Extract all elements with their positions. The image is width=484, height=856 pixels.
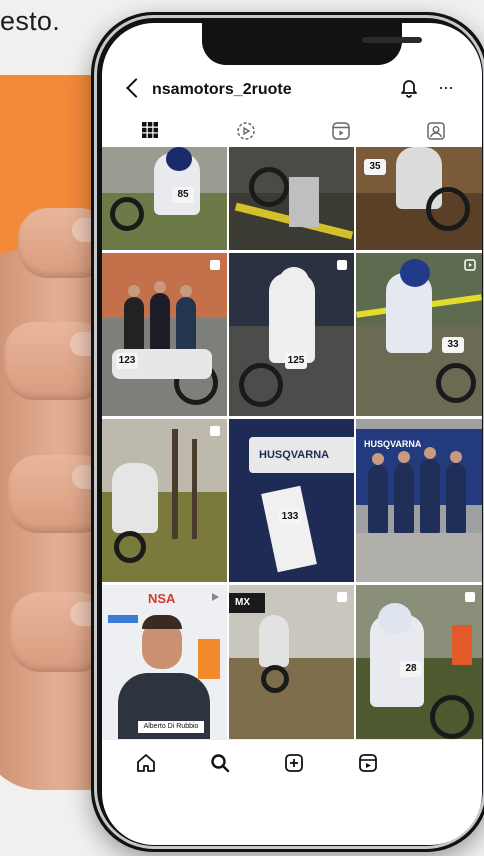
video-icon [332, 122, 350, 140]
post-tile-7[interactable] [102, 419, 227, 582]
post-tile-6[interactable]: 33 [356, 253, 482, 416]
plate-number: 123 [116, 353, 138, 369]
notch [202, 23, 422, 65]
plate-number: 35 [364, 159, 386, 175]
multiple-images-icon [210, 426, 220, 436]
phone-device: nsamotors_2ruote ··· 85 35 123 125 33 HU… [91, 12, 484, 852]
phone-screen: nsamotors_2ruote ··· 85 35 123 125 33 HU… [102, 23, 482, 845]
post-tile-10[interactable]: NSA Alberto Di Rubbio [102, 585, 227, 748]
bottom-navigation [102, 739, 482, 786]
post-tile-2[interactable] [229, 147, 354, 250]
plate-number: 85 [172, 187, 194, 203]
brand-text: NSA [148, 591, 176, 606]
post-tile-4[interactable]: 123 [102, 253, 227, 416]
background-caption-text: esto. [0, 6, 61, 36]
plate-number: 33 [442, 337, 464, 353]
tab-reels[interactable] [197, 115, 292, 149]
more-icon[interactable]: ··· [438, 77, 454, 98]
multiple-images-icon [210, 260, 220, 270]
brand-text: HUSQVARNA [364, 439, 422, 449]
bell-icon[interactable] [400, 78, 418, 98]
home-icon[interactable] [135, 752, 157, 774]
reels-icon[interactable] [357, 752, 379, 774]
tagged-icon [427, 122, 445, 140]
name-tag-label: Alberto Di Rubbio [138, 721, 204, 733]
post-tile-9[interactable]: HUSQVARNA [356, 419, 482, 582]
brand-text: MX [235, 597, 250, 608]
post-tile-5[interactable]: 125 [229, 253, 354, 416]
chevron-left-icon[interactable] [126, 78, 146, 98]
post-tile-3[interactable]: 35 [356, 147, 482, 250]
video-indicator-icon [212, 593, 219, 601]
multiple-images-icon [337, 260, 347, 270]
multiple-images-icon [465, 592, 475, 602]
posts-grid: 85 35 123 125 33 HUSQVARNA 133 HUSQVARNA… [102, 147, 482, 748]
profile-username: nsamotors_2ruote [152, 81, 292, 98]
tab-tagged[interactable] [387, 115, 482, 149]
post-tile-12[interactable]: 28 [356, 585, 482, 748]
profile-tabs [102, 115, 482, 150]
plate-number: 28 [400, 661, 422, 677]
plate-number: 125 [285, 353, 307, 369]
grid-icon [142, 122, 158, 138]
reel-indicator-icon [464, 259, 476, 271]
search-icon[interactable] [209, 752, 231, 774]
plate-number: 133 [279, 509, 301, 525]
tab-videos[interactable] [292, 115, 387, 149]
post-tile-11[interactable]: MX [229, 585, 354, 748]
reels-icon [237, 122, 255, 140]
multiple-images-icon [337, 592, 347, 602]
brand-text: HUSQVARNA [259, 449, 330, 461]
tab-grid[interactable] [102, 115, 197, 150]
add-post-icon[interactable] [283, 752, 305, 774]
post-tile-1[interactable]: 85 [102, 147, 227, 250]
post-tile-8[interactable]: HUSQVARNA 133 [229, 419, 354, 582]
profile-header: nsamotors_2ruote ··· [102, 77, 482, 105]
